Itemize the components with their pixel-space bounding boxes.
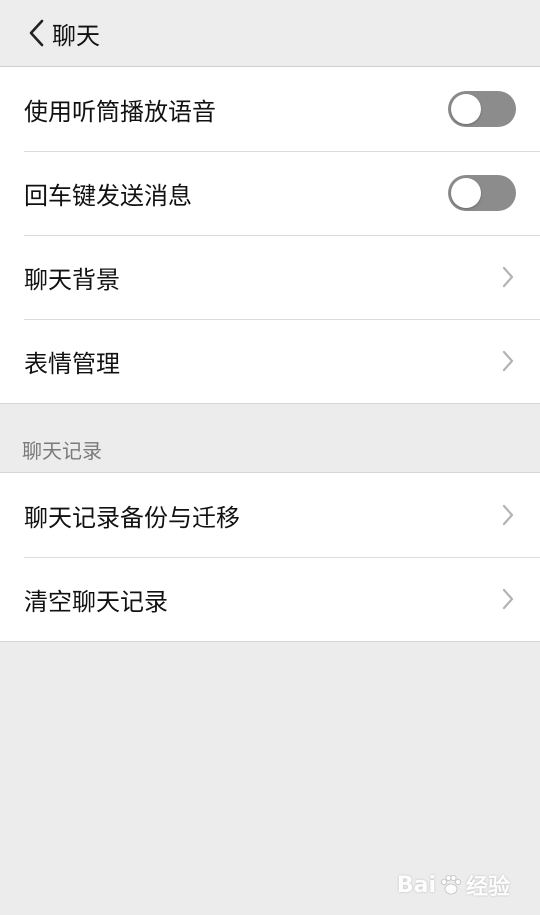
setting-row-chat-background[interactable]: 聊天背景 <box>0 235 540 319</box>
history-group: 聊天记录备份与迁移 清空聊天记录 <box>0 472 540 642</box>
setting-row-enter-to-send[interactable]: 回车键发送消息 <box>0 151 540 235</box>
top-bar: 聊天 <box>0 0 540 67</box>
page-title: 聊天 <box>52 21 100 50</box>
chevron-right-icon <box>502 350 514 372</box>
setting-label: 回车键发送消息 <box>24 181 192 210</box>
back-button[interactable] <box>0 0 52 67</box>
enter-to-send-toggle[interactable] <box>448 175 516 211</box>
chevron-right-icon <box>502 266 514 288</box>
baidu-jingyan-watermark: Bai 经验 <box>397 869 510 901</box>
paw-icon <box>440 875 461 895</box>
watermark-right-text: 经验 <box>465 875 510 900</box>
earpiece-voice-toggle[interactable] <box>448 91 516 127</box>
setting-row-backup-migrate[interactable]: 聊天记录备份与迁移 <box>0 473 540 557</box>
watermark-left-text: Bai <box>396 872 436 898</box>
toggle-knob <box>451 178 481 208</box>
setting-label: 聊天背景 <box>24 265 120 294</box>
setting-row-earpiece-voice[interactable]: 使用听筒播放语音 <box>0 67 540 151</box>
section-title-chat-history: 聊天记录 <box>0 404 540 472</box>
toggle-knob <box>451 94 481 124</box>
settings-group: 使用听筒播放语音 回车键发送消息 聊天背景 表情管理 <box>0 67 540 404</box>
setting-label: 聊天记录备份与迁移 <box>24 503 240 532</box>
chevron-right-icon <box>502 504 514 526</box>
setting-row-sticker-management[interactable]: 表情管理 <box>0 319 540 403</box>
chevron-left-icon <box>29 19 44 47</box>
setting-label: 表情管理 <box>24 349 120 378</box>
setting-label: 清空聊天记录 <box>24 587 168 616</box>
setting-row-clear-history[interactable]: 清空聊天记录 <box>0 557 540 641</box>
setting-label: 使用听筒播放语音 <box>24 97 216 126</box>
chevron-right-icon <box>502 588 514 610</box>
